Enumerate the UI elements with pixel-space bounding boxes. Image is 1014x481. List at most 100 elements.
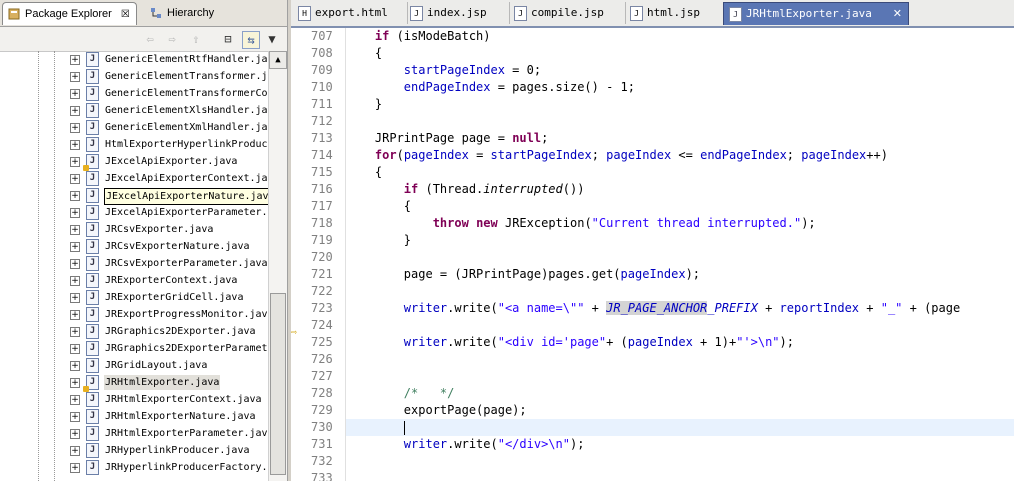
tree-item[interactable]: + J GenericElementRtfHandler.ja <box>0 51 268 68</box>
tree-item[interactable]: + J JRHtmlExporterNature.java <box>0 408 268 425</box>
tree-item-label: JExcelApiExporter.java <box>105 156 238 167</box>
tree-item[interactable]: + J JExcelApiExporter.java <box>0 153 268 171</box>
tree-item[interactable]: + J JRExporterGridCell.java <box>0 289 268 306</box>
expand-plus-icon[interactable]: + <box>70 446 80 456</box>
expand-plus-icon[interactable]: + <box>70 72 80 82</box>
java-file-icon: J <box>86 426 99 441</box>
java-file-icon: J <box>86 69 99 84</box>
expand-plus-icon[interactable]: + <box>70 242 80 252</box>
tab-label: html.jsp <box>647 6 700 19</box>
tab-hierarchy[interactable]: Hierarchy <box>145 2 220 24</box>
tree-item-label: JRHtmlExporterContext.java <box>105 394 262 405</box>
expand-plus-icon[interactable]: + <box>70 208 80 218</box>
tree-item[interactable]: + J JRHtmlExporter.java <box>0 374 268 392</box>
line-number: 730 <box>311 420 333 434</box>
tree-item[interactable]: + J JRCsvExporterParameter.java <box>0 255 268 272</box>
expand-plus-icon[interactable]: + <box>70 395 80 405</box>
expand-plus-icon[interactable]: + <box>70 123 80 133</box>
expand-plus-icon[interactable]: + <box>70 259 80 269</box>
close-icon[interactable]: ☒ <box>121 9 130 20</box>
tab-index-jsp[interactable]: J index.jsp <box>405 2 510 24</box>
line-number: 726 <box>311 352 333 366</box>
tree-item[interactable]: + J JRHyperlinkProducerFactory. <box>0 459 268 476</box>
line-number: 715 <box>311 165 333 179</box>
tree-item-label: HtmlExporterHyperlinkProduc <box>105 139 268 150</box>
java-file-icon: J <box>86 392 99 407</box>
tab-jrhtmlexporter-java[interactable]: J JRHtmlExporter.java ✕ <box>723 2 909 25</box>
scroll-up-arrow-icon[interactable]: ▲ <box>269 51 287 69</box>
tree-item[interactable]: + J GenericElementXlsHandler.ja <box>0 102 268 119</box>
back-arrow-icon[interactable]: ⇦ <box>142 31 158 47</box>
tree-vertical-scrollbar[interactable]: ▲ <box>268 51 287 481</box>
expand-plus-icon[interactable]: + <box>70 378 80 388</box>
tree-item[interactable]: + J JRHyperlinkProducer.java <box>0 442 268 459</box>
tree-item-label: GenericElementXmlHandler.ja <box>105 122 268 133</box>
expand-plus-icon[interactable]: + <box>70 89 80 99</box>
tree-item[interactable]: + J JRCsvExporterNature.java <box>0 238 268 255</box>
tree-item[interactable]: + J JExcelApiExporterContext.ja <box>0 170 268 187</box>
expand-plus-icon[interactable]: + <box>70 412 80 422</box>
expand-plus-icon[interactable]: + <box>70 310 80 320</box>
java-file-icon: J <box>86 52 99 67</box>
tab-package-explorer[interactable]: Package Explorer ☒ <box>2 2 137 25</box>
code-line: exportPage(page); <box>403 403 527 417</box>
package-explorer-icon <box>8 8 20 20</box>
code-area[interactable]: if (isModeBatch) { startPageIndex = 0; e… <box>346 28 1014 481</box>
line-number: 732 <box>311 454 333 468</box>
expand-plus-icon[interactable]: + <box>70 344 80 354</box>
tree-item[interactable]: + J JRCsvExporter.java <box>0 221 268 238</box>
expand-plus-icon[interactable]: + <box>70 361 80 371</box>
tab-export-html[interactable]: H export.html <box>293 2 408 24</box>
forward-arrow-icon[interactable]: ⇨ <box>164 31 180 47</box>
java-file-icon: J <box>86 86 99 101</box>
line-number: 721 <box>311 267 333 281</box>
java-file-warning-icon: J <box>83 154 99 171</box>
tree-item[interactable]: + J JRHtmlExporterContext.java <box>0 391 268 408</box>
java-file-icon: J <box>86 205 99 220</box>
expand-plus-icon[interactable]: + <box>70 463 80 473</box>
tree-item[interactable]: + J JExcelApiExporterParameter. <box>0 204 268 221</box>
line-number: 724 <box>311 318 333 332</box>
tree-item[interactable]: + J JRGraphics2DExporterParamet <box>0 340 268 357</box>
tree-item[interactable]: + J JRExportProgressMonitor.jav <box>0 306 268 323</box>
tree-item[interactable]: + J GenericElementTransformer.j <box>0 68 268 85</box>
up-folder-icon[interactable]: ⇪ <box>188 31 204 47</box>
java-file-icon: J <box>729 7 742 22</box>
expand-plus-icon[interactable]: + <box>70 191 80 201</box>
expand-plus-icon[interactable]: + <box>70 157 80 167</box>
line-number: 727 <box>311 369 333 383</box>
expand-plus-icon[interactable]: + <box>70 174 80 184</box>
expand-plus-icon[interactable]: + <box>70 276 80 286</box>
scrollbar-thumb[interactable] <box>270 293 286 475</box>
expand-plus-icon[interactable]: + <box>70 55 80 65</box>
tree-item[interactable]: + J JRHtmlExporterParameter.jav <box>0 425 268 442</box>
expand-plus-icon[interactable]: + <box>70 327 80 337</box>
close-tab-icon[interactable]: ✕ <box>893 3 902 25</box>
tree-item-label: JRGraphics2DExporter.java <box>105 326 256 337</box>
code-line: writer.write("<div id='page"+ (pageIndex… <box>403 335 794 349</box>
expand-plus-icon[interactable]: + <box>70 225 80 235</box>
expand-plus-icon[interactable]: + <box>70 293 80 303</box>
view-menu-chevron-down-icon[interactable]: ▼ <box>264 31 280 47</box>
tree-item[interactable]: + J GenericElementXmlHandler.ja <box>0 119 268 136</box>
java-file-icon: J <box>86 103 99 118</box>
code-line: if (isModeBatch) <box>374 29 491 43</box>
tree-item[interactable]: + J HtmlExporterHyperlinkProduc <box>0 136 268 153</box>
tree-item[interactable]: + J JRExporterContext.java <box>0 272 268 289</box>
collapse-all-icon[interactable]: ⊟ <box>220 31 236 47</box>
expand-plus-icon[interactable]: + <box>70 140 80 150</box>
tab-html-jsp[interactable]: J html.jsp <box>625 2 728 24</box>
tree-item[interactable]: + J JRGridLayout.java <box>0 357 268 374</box>
tree-item[interactable]: + J JExcelApiExporterNature.java <box>0 187 268 205</box>
tab-label: index.jsp <box>427 6 487 19</box>
expand-plus-icon[interactable]: + <box>70 429 80 439</box>
overview-ruler: ⇨ <box>291 28 301 481</box>
hierarchy-icon <box>151 8 161 18</box>
expand-plus-icon[interactable]: + <box>70 106 80 116</box>
link-with-editor-icon[interactable]: ⇆ <box>242 31 260 49</box>
tree-item-label: JRExporterGridCell.java <box>105 292 244 303</box>
line-number: 728 <box>311 386 333 400</box>
tree-item[interactable]: + J JRGraphics2DExporter.java <box>0 323 268 340</box>
tree-item[interactable]: + J GenericElementTransformerCo <box>0 85 268 102</box>
tab-compile-jsp[interactable]: J compile.jsp <box>509 2 626 24</box>
